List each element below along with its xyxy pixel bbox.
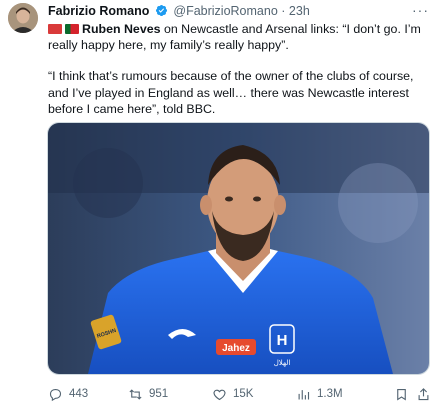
- reply-icon: [49, 388, 62, 401]
- share-button[interactable]: [416, 385, 431, 403]
- tweet-photo[interactable]: Jahez H الهلال ROSHN: [47, 122, 430, 375]
- player-name: Ruben Neves: [82, 22, 161, 36]
- bookmark-button[interactable]: [394, 385, 409, 403]
- author-name[interactable]: Fabrizio Romano: [48, 4, 149, 18]
- tweet-header: Fabrizio Romano @FabrizioRomano · 23h: [48, 3, 310, 19]
- avatar[interactable]: [8, 3, 38, 33]
- tweet-paragraph-2: “I think that’s rumours because of the o…: [48, 69, 414, 116]
- sponsor-text: Jahez: [222, 343, 250, 354]
- views-icon: [298, 389, 310, 399]
- siren-emoji-icon: [48, 24, 62, 34]
- tweet-card[interactable]: Fabrizio Romano @FabrizioRomano · 23h ··…: [0, 0, 439, 406]
- crest-text: الهلال: [274, 359, 291, 367]
- like-button[interactable]: 15K: [212, 385, 253, 403]
- crest-letter: H: [277, 332, 288, 349]
- tweet-actions: 443 951 15K 1.3M: [48, 385, 433, 403]
- repost-count: 951: [149, 388, 169, 400]
- bookmark-icon: [397, 388, 406, 401]
- author-handle[interactable]: @FabrizioRomano: [173, 4, 277, 18]
- verified-badge-icon: [155, 4, 167, 17]
- reply-button[interactable]: 443: [48, 385, 88, 403]
- timestamp[interactable]: 23h: [289, 4, 310, 18]
- photo-illustration: Jahez H الهلال ROSHN: [48, 123, 429, 374]
- reply-count: 443: [69, 388, 89, 400]
- heart-icon: [213, 389, 226, 400]
- portugal-flag-icon: [65, 24, 79, 34]
- views-button[interactable]: 1.3M: [296, 385, 343, 403]
- repost-icon: [129, 388, 142, 400]
- tweet-paragraph-1: Ruben Neves on Newcastle and Arsenal lin…: [48, 21, 432, 53]
- tweet-text: Ruben Neves on Newcastle and Arsenal lin…: [48, 21, 432, 117]
- view-count: 1.3M: [317, 388, 343, 400]
- like-count: 15K: [233, 388, 254, 400]
- repost-button[interactable]: 951: [128, 385, 168, 403]
- more-options-icon[interactable]: ···: [412, 2, 429, 18]
- share-icon: [418, 387, 429, 400]
- separator-dot: ·: [281, 4, 286, 18]
